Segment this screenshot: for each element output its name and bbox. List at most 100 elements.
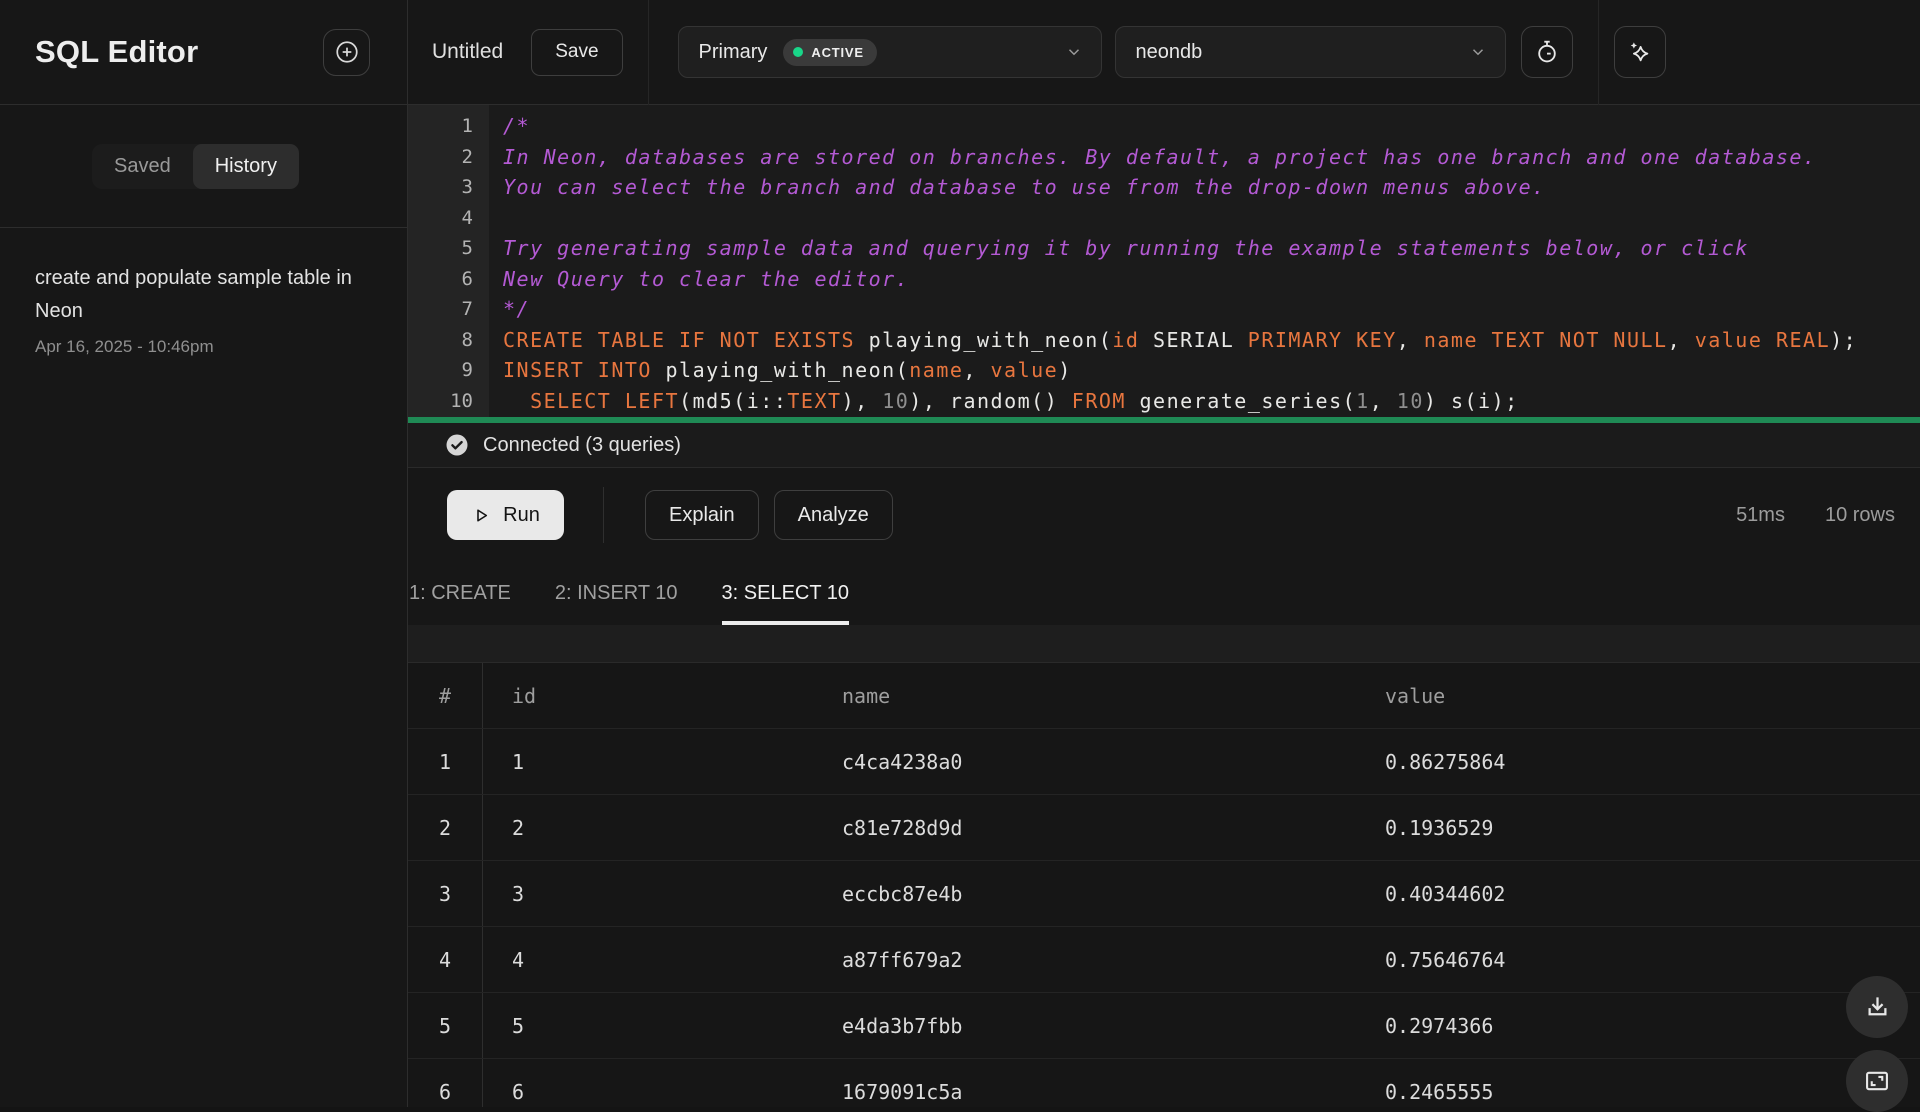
table-row: 55e4da3b7fbb0.2974366 — [408, 993, 1920, 1059]
code-text: */ — [489, 297, 530, 321]
column-header: id — [483, 684, 812, 708]
database-name: neondb — [1136, 41, 1203, 64]
table-cell: c81e728d9d — [812, 816, 1355, 840]
database-select[interactable]: neondb — [1115, 26, 1506, 78]
table-cell: 0.2974366 — [1355, 1014, 1920, 1038]
toolbar-divider — [648, 0, 649, 105]
code-line[interactable]: 8CREATE TABLE IF NOT EXISTS playing_with… — [408, 325, 1920, 356]
actions-divider — [603, 487, 604, 543]
table-cell: 1 — [408, 729, 483, 794]
result-tab-insert[interactable]: 2: INSERT 10 — [555, 562, 678, 625]
line-number: 7 — [408, 298, 489, 320]
table-cell: 6 — [408, 1059, 483, 1107]
table-cell: 0.75646764 — [1355, 948, 1920, 972]
explain-button[interactable]: Explain — [645, 490, 759, 540]
table-cell: 2 — [408, 795, 483, 860]
table-cell: 1 — [483, 750, 812, 774]
check-circle-icon — [445, 433, 469, 457]
table-cell: 0.86275864 — [1355, 750, 1920, 774]
chevron-down-icon — [1065, 43, 1083, 61]
run-button-label: Run — [503, 504, 540, 527]
table-cell: 4 — [483, 948, 812, 972]
code-line[interactable]: 4 — [408, 203, 1920, 234]
table-cell: eccbc87e4b — [812, 882, 1355, 906]
saved-history-toggle: Saved History — [92, 144, 299, 189]
history-item-timestamp: Apr 16, 2025 - 10:46pm — [35, 337, 367, 357]
results-table: #idnamevalue11c4ca4238a00.8627586422c81e… — [408, 662, 1920, 1107]
code-line[interactable]: 7*/ — [408, 294, 1920, 325]
table-cell: 5 — [483, 1014, 812, 1038]
expand-editor-button[interactable] — [1846, 1050, 1908, 1112]
page-title: SQL Editor — [35, 34, 198, 70]
result-tab-select[interactable]: 3: SELECT 10 — [722, 562, 849, 625]
code-line[interactable]: 3You can select the branch and database … — [408, 172, 1920, 203]
line-number: 6 — [408, 268, 489, 290]
branch-name: Primary — [699, 41, 768, 64]
save-button[interactable]: Save — [531, 29, 622, 76]
table-cell: 5 — [408, 993, 483, 1058]
result-tabs: 1: CREATE 2: INSERT 10 3: SELECT 10 — [408, 562, 1920, 625]
line-number: 8 — [408, 329, 489, 351]
main-panel: Untitled Save Primary ACTIVE neondb — [408, 0, 1920, 1107]
line-number: 3 — [408, 176, 489, 198]
run-stats: 51ms 10 rows — [1736, 504, 1895, 527]
toolbar-divider — [1598, 0, 1599, 105]
actions-bar: Run Explain Analyze 51ms 10 rows — [408, 468, 1920, 562]
code-text: In Neon, databases are stored on branche… — [489, 145, 1816, 169]
analyze-button[interactable]: Analyze — [774, 490, 893, 540]
line-number: 9 — [408, 359, 489, 381]
sidebar-tabs: Saved History — [0, 105, 407, 228]
table-cell: 3 — [408, 861, 483, 926]
branch-select[interactable]: Primary ACTIVE — [678, 26, 1102, 78]
code-line[interactable]: 6New Query to clear the editor. — [408, 264, 1920, 295]
table-cell: 2 — [483, 816, 812, 840]
run-button[interactable]: Run — [447, 490, 564, 540]
code-line[interactable]: 5Try generating sample data and querying… — [408, 233, 1920, 264]
code-text: CREATE TABLE IF NOT EXISTS playing_with_… — [489, 328, 1857, 352]
row-count: 10 rows — [1825, 504, 1895, 527]
code-text: New Query to clear the editor. — [489, 267, 909, 291]
tab-saved[interactable]: Saved — [92, 144, 193, 189]
toolbar: Untitled Save Primary ACTIVE neondb — [408, 0, 1920, 105]
code-text: /* — [489, 114, 530, 138]
expand-icon — [1863, 1067, 1891, 1095]
status-dot-icon — [793, 47, 803, 57]
table-cell: 0.40344602 — [1355, 882, 1920, 906]
sidebar: SQL Editor Saved History create and popu… — [0, 0, 408, 1107]
query-duration: 51ms — [1736, 504, 1785, 527]
history-item-title: create and populate sample table in Neon — [35, 262, 367, 328]
code-text: Try generating sample data and querying … — [489, 236, 1749, 260]
query-history-timer-button[interactable] — [1521, 26, 1573, 78]
code-line[interactable]: 9INSERT INTO playing_with_neon(name, val… — [408, 355, 1920, 386]
tab-history[interactable]: History — [193, 144, 299, 189]
sidebar-header: SQL Editor — [0, 0, 407, 105]
table-row: 22c81e728d9d0.1936529 — [408, 795, 1920, 861]
plus-circle-icon — [334, 39, 360, 65]
play-icon — [471, 505, 492, 526]
table-row: 44a87ff679a20.75646764 — [408, 927, 1920, 993]
branch-status-badge: ACTIVE — [783, 39, 876, 66]
code-text: INSERT INTO playing_with_neon(name, valu… — [489, 358, 1072, 382]
result-tab-create[interactable]: 1: CREATE — [409, 562, 511, 625]
code-text: You can select the branch and database t… — [489, 175, 1546, 199]
code-line[interactable]: 10 SELECT LEFT(md5(i::TEXT), 10), random… — [408, 386, 1920, 417]
table-cell: 3 — [483, 882, 812, 906]
table-cell: e4da3b7fbb — [812, 1014, 1355, 1038]
download-results-button[interactable] — [1846, 976, 1908, 1038]
code-line[interactable]: 1/* — [408, 111, 1920, 142]
line-number: 5 — [408, 237, 489, 259]
code-editor[interactable]: 1/*2In Neon, databases are stored on bra… — [408, 105, 1920, 417]
code-line[interactable]: 2In Neon, databases are stored on branch… — [408, 142, 1920, 173]
column-header: name — [812, 684, 1355, 708]
table-row: 661679091c5a0.2465555 — [408, 1059, 1920, 1107]
new-query-button[interactable] — [323, 29, 370, 76]
ai-assist-button[interactable] — [1614, 26, 1666, 78]
chevron-down-icon — [1469, 43, 1487, 61]
history-list-item[interactable]: create and populate sample table in Neon… — [0, 228, 407, 357]
code-text: SELECT LEFT(md5(i::TEXT), 10), random() … — [489, 389, 1519, 413]
code-lines: 1/*2In Neon, databases are stored on bra… — [408, 111, 1920, 416]
table-cell: 1679091c5a — [812, 1080, 1355, 1104]
line-number: 1 — [408, 115, 489, 137]
sparkles-icon — [1626, 39, 1653, 66]
query-name[interactable]: Untitled — [432, 40, 503, 64]
